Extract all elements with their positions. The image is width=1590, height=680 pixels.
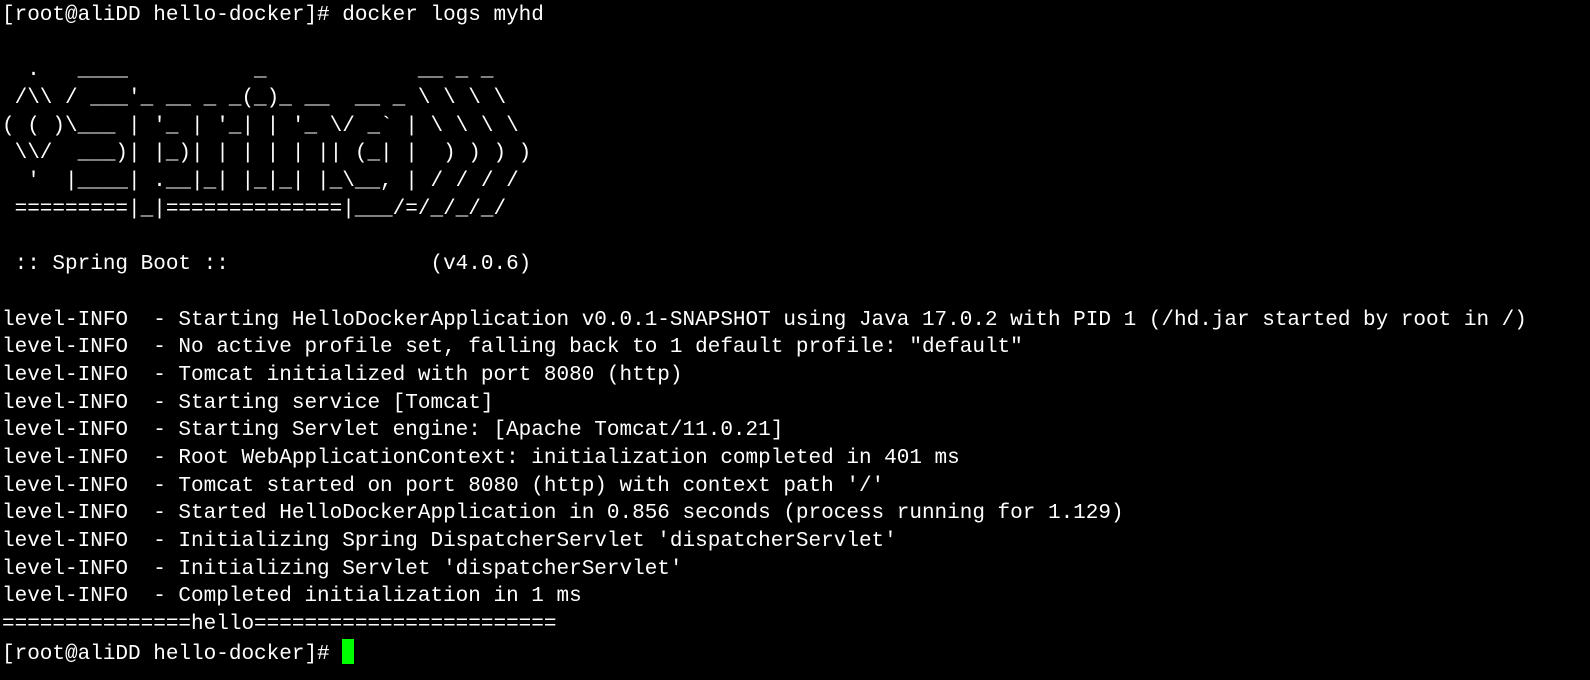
log-line: level-INFO - No active profile set, fall… <box>2 336 1023 360</box>
spring-boot-version-line: :: Spring Boot :: (v4.0.6) <box>2 253 532 277</box>
prompt-line[interactable]: [root@aliDD hello-docker]# <box>2 638 1590 667</box>
log-line: level-INFO - Tomcat started on port 8080… <box>2 474 885 498</box>
log-line: level-INFO - Starting HelloDockerApplica… <box>2 308 1527 332</box>
banner-line: /\\ / ___'_ __ _ _(_)_ __ __ _ \ \ \ \ <box>2 87 507 111</box>
log-line: level-INFO - Initializing Servlet 'dispa… <box>2 557 683 581</box>
terminal-output[interactable]: [root@aliDD hello-docker]# docker logs m… <box>2 2 1590 680</box>
terminal-cursor[interactable] <box>342 638 355 664</box>
spring-banner: . ____ _ __ _ _ /\\ / ___'_ __ _ _(_)_ _… <box>2 57 1590 223</box>
banner-line: . ____ _ __ _ _ <box>2 59 494 83</box>
log-line: level-INFO - Initializing Spring Dispatc… <box>2 530 897 554</box>
banner-line: =========|_|==============|___/=/_/_/_/ <box>2 197 507 221</box>
log-line: level-INFO - Starting Servlet engine: [A… <box>2 419 784 443</box>
command-line: [root@aliDD hello-docker]# docker logs m… <box>2 4 544 27</box>
banner-line: ' |____| .__|_| |_|_| |_\__, | / / / / <box>2 170 519 194</box>
hello-line: ===============hello====================… <box>2 613 557 637</box>
banner-line: ( ( )\___ | '_ | '_| | '_ \/ _` | \ \ \ … <box>2 114 519 138</box>
log-line: level-INFO - Tomcat initialized with por… <box>2 363 683 387</box>
banner-line: \\/ ___)| |_)| | | | | || (_| | ) ) ) ) <box>2 142 532 166</box>
log-line: level-INFO - Starting service [Tomcat] <box>2 391 494 415</box>
log-line: level-INFO - Started HelloDockerApplicat… <box>2 502 1124 526</box>
log-lines: level-INFO - Starting HelloDockerApplica… <box>2 307 1590 612</box>
log-line: level-INFO - Root WebApplicationContext:… <box>2 447 960 470</box>
shell-prompt: [root@aliDD hello-docker]# <box>2 642 343 666</box>
log-line: level-INFO - Completed initialization in… <box>2 585 582 609</box>
